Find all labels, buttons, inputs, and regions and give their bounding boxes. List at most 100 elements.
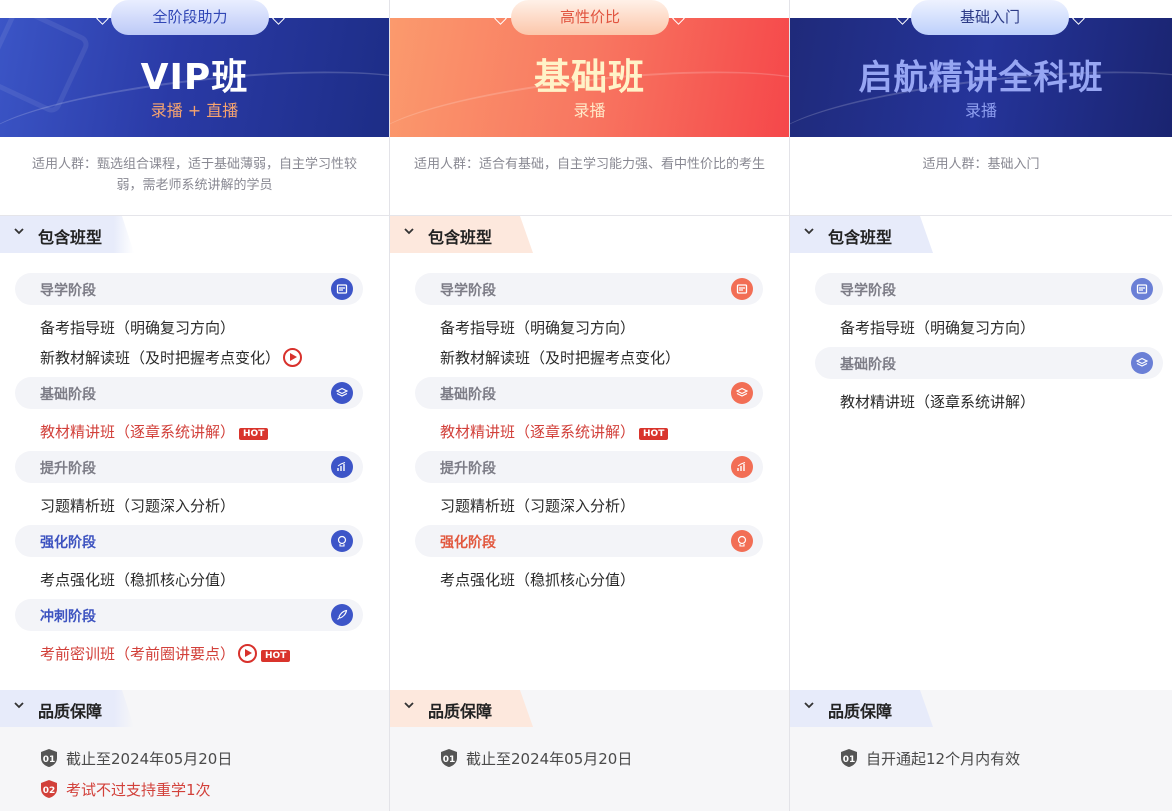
plan-subtitle: 录播 + 直播 — [150, 101, 239, 120]
shield-01-icon: 01 — [841, 749, 857, 767]
plan-card-basic[interactable]: 基础班 录播 高性价比 适用人群：适合有基础，自主学习能力强、看中性价比的考生 … — [390, 0, 790, 811]
chevron-down-icon — [404, 702, 414, 709]
audience-text: 适用人群：适合有基础，自主学习能力强、看中性价比的考生 — [413, 157, 765, 172]
stage-label: 提升阶段 — [40, 461, 96, 477]
chevron-down-icon — [804, 702, 814, 709]
section-title: 包含班型 — [828, 228, 893, 247]
plan-card-starter[interactable]: 启航精讲全科班 录播 基础入门 适用人群：基础入门 包含班型 导学阶段 备考指导… — [790, 0, 1172, 811]
class-item[interactable]: 习题精析班（习题深入分析） — [440, 495, 635, 516]
rocket-icon — [331, 604, 353, 626]
stage-row-intensive: 强化阶段 — [15, 525, 363, 557]
chevron-down-icon — [14, 702, 24, 709]
chevron-down-icon — [404, 228, 414, 235]
stage-row-intensive: 强化阶段 — [415, 525, 763, 557]
stage-row-basic: 基础阶段 — [815, 347, 1163, 379]
class-item[interactable]: 教材精讲班（逐章系统讲解） HOT — [40, 421, 269, 442]
guide-icon — [1131, 278, 1153, 300]
chevron-down-icon — [14, 228, 24, 235]
section-header-quality[interactable]: 品质保障 — [0, 690, 134, 727]
stage-label: 强化阶段 — [440, 535, 496, 551]
quality-item: 01 截止至2024年05月20日 — [40, 748, 232, 769]
quality-item: 02 考试不过支持重学1次 — [40, 779, 211, 800]
section-header-classes[interactable]: 包含班型 — [790, 216, 933, 253]
guide-icon — [331, 278, 353, 300]
class-item[interactable]: 新教材解读班（及时把握考点变化） — [440, 347, 680, 368]
class-item[interactable]: 教材精讲班（逐章系统讲解） — [840, 391, 1035, 412]
stage-label: 强化阶段 — [40, 535, 96, 551]
layers-icon — [1131, 352, 1153, 374]
quality-section: 品质保障 01 截止至2024年05月20日 — [390, 690, 789, 811]
plan-header: 基础班 录播 — [390, 18, 789, 137]
layers-icon — [731, 382, 753, 404]
stage-label: 提升阶段 — [440, 461, 496, 477]
stage-row-advance: 提升阶段 — [15, 451, 363, 483]
stage-label: 基础阶段 — [40, 387, 96, 403]
divider — [390, 215, 789, 216]
plan-badge: 基础入门 — [911, 0, 1069, 35]
play-icon[interactable] — [283, 348, 303, 367]
plan-badge: 全阶段助力 — [111, 0, 269, 35]
quality-section: 品质保障 01 截止至2024年05月20日 02 考试不过支持重学1次 — [0, 690, 389, 811]
chart-up-icon — [731, 456, 753, 478]
stage-label: 导学阶段 — [440, 283, 496, 299]
class-item[interactable]: 备考指导班（明确复习方向） — [440, 317, 635, 338]
brain-icon — [731, 530, 753, 552]
stage-label: 导学阶段 — [840, 283, 896, 299]
section-title: 品质保障 — [828, 702, 893, 721]
section-title: 包含班型 — [38, 228, 103, 247]
class-item[interactable]: 考前密训班（考前圈讲要点） HOT — [40, 643, 291, 664]
quality-section: 品质保障 01 自开通起12个月内有效 — [790, 690, 1172, 811]
stage-row-guide: 导学阶段 — [815, 273, 1163, 305]
class-item[interactable]: 新教材解读班（及时把握考点变化） — [40, 347, 303, 368]
class-item[interactable]: 考点强化班（稳抓核心分值） — [440, 569, 635, 590]
shield-02-icon: 02 — [41, 780, 57, 798]
plan-badge: 高性价比 — [511, 0, 669, 35]
plan-title: 启航精讲全科班 — [858, 58, 1104, 98]
layers-icon — [331, 382, 353, 404]
section-title: 品质保障 — [38, 702, 103, 721]
plan-subtitle: 录播 — [964, 101, 997, 120]
chart-up-icon — [331, 456, 353, 478]
quality-item: 01 截止至2024年05月20日 — [440, 748, 632, 769]
section-header-classes[interactable]: 包含班型 — [0, 216, 134, 253]
svg-text:01: 01 — [843, 755, 856, 765]
stage-row-advance: 提升阶段 — [415, 451, 763, 483]
chevron-down-icon — [804, 228, 814, 235]
quality-item: 01 自开通起12个月内有效 — [840, 748, 1020, 769]
section-header-classes[interactable]: 包含班型 — [390, 216, 533, 253]
class-item[interactable]: 习题精析班（习题深入分析） — [40, 495, 235, 516]
course-comparison: VIP班 录播 + 直播 全阶段助力 适用人群：甄选组合课程，适于基础薄弱，自主… — [0, 0, 1172, 811]
stage-row-basic: 基础阶段 — [415, 377, 763, 409]
class-item[interactable]: 教材精讲班（逐章系统讲解） HOT — [440, 421, 669, 442]
plan-title: 基础班 — [533, 57, 645, 98]
audience-text: 适用人群：基础入门 — [922, 157, 1040, 172]
play-icon[interactable] — [238, 644, 258, 663]
plan-card-vip[interactable]: VIP班 录播 + 直播 全阶段助力 适用人群：甄选组合课程，适于基础薄弱，自主… — [0, 0, 390, 811]
class-item[interactable]: 备考指导班（明确复习方向） — [840, 317, 1035, 338]
brain-icon — [331, 530, 353, 552]
stage-row-sprint: 冲刺阶段 — [15, 599, 363, 631]
class-item[interactable]: 备考指导班（明确复习方向） — [40, 317, 235, 338]
divider — [0, 215, 389, 216]
divider — [790, 215, 1172, 216]
section-title: 包含班型 — [428, 228, 493, 247]
stage-label: 冲刺阶段 — [40, 609, 96, 625]
hot-badge: HOT — [239, 428, 269, 440]
guide-icon — [731, 278, 753, 300]
svg-text:01: 01 — [43, 755, 56, 765]
plan-subtitle: 录播 — [573, 101, 606, 120]
shield-01-icon: 01 — [41, 749, 57, 767]
audience-text: 适用人群：甄选组合课程，适于基础薄弱，自主学习性较弱，需老师系统讲解的学员 — [31, 157, 357, 193]
stage-label: 基础阶段 — [840, 357, 896, 373]
stage-row-guide: 导学阶段 — [415, 273, 763, 305]
section-header-quality[interactable]: 品质保障 — [790, 690, 933, 727]
stage-row-basic: 基础阶段 — [15, 377, 363, 409]
hot-badge: HOT — [261, 650, 291, 662]
class-item[interactable]: 考点强化班（稳抓核心分值） — [40, 569, 235, 590]
stage-label: 导学阶段 — [40, 283, 96, 299]
hot-badge: HOT — [639, 428, 669, 440]
section-header-quality[interactable]: 品质保障 — [390, 690, 533, 727]
section-title: 品质保障 — [428, 702, 493, 721]
stage-label: 基础阶段 — [440, 387, 496, 403]
plan-header: 启航精讲全科班 录播 — [790, 18, 1172, 137]
